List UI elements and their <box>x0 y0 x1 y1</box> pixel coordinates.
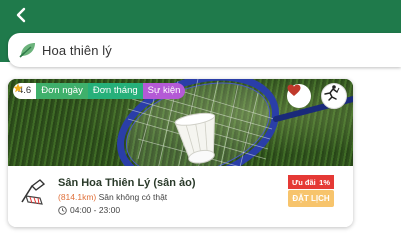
sport-type-button[interactable] <box>321 83 347 109</box>
clock-icon <box>58 205 67 215</box>
venue-logo-icon <box>21 179 46 205</box>
favorite-button[interactable] <box>287 84 311 108</box>
promo-discount: 1% <box>319 177 330 187</box>
hours-value: 04:00 - 23:00 <box>70 205 121 215</box>
badminton-player-icon <box>324 85 340 101</box>
venue-photo: 4.6 Đơn ngày Đơn tháng Sự kiện <box>8 79 353 166</box>
rating-badge: 4.6 <box>13 83 37 99</box>
venue-info: Sân Hoa Thiên Lý (sân ảo) (814.1km) Sân … <box>8 166 353 227</box>
badge-event: Sự kiện <box>142 83 186 99</box>
promo-badge: Ưu đãi 1% <box>288 175 334 189</box>
venue-meta: (814.1km) Sân không có thật <box>58 192 167 202</box>
venue-card[interactable]: 4.6 Đơn ngày Đơn tháng Sự kiện Sân Hoa T… <box>8 79 353 227</box>
badge-monthly: Đơn tháng <box>87 83 143 99</box>
badge-single-day: Đơn ngày <box>36 83 88 99</box>
star-icon <box>13 83 23 93</box>
search-input-value: Hoa thiên lý <box>42 42 112 58</box>
leaf-icon <box>19 43 35 58</box>
badge-group: 4.6 Đơn ngày Đơn tháng Sự kiện <box>13 83 186 99</box>
venue-hours: 04:00 - 23:00 <box>58 205 120 215</box>
promo-label: Ưu đãi <box>292 177 316 187</box>
search-field[interactable]: Hoa thiên lý <box>8 33 401 67</box>
heart-icon <box>287 84 301 96</box>
book-button[interactable]: ĐẶT LỊCH <box>288 190 334 207</box>
venue-note: Sân không có thật <box>98 192 168 202</box>
back-button[interactable] <box>10 4 32 26</box>
venue-distance: (814.1km) <box>58 192 97 202</box>
chevron-left-icon <box>16 7 26 23</box>
venue-name: Sân Hoa Thiên Lý (sân ảo) <box>58 177 196 189</box>
